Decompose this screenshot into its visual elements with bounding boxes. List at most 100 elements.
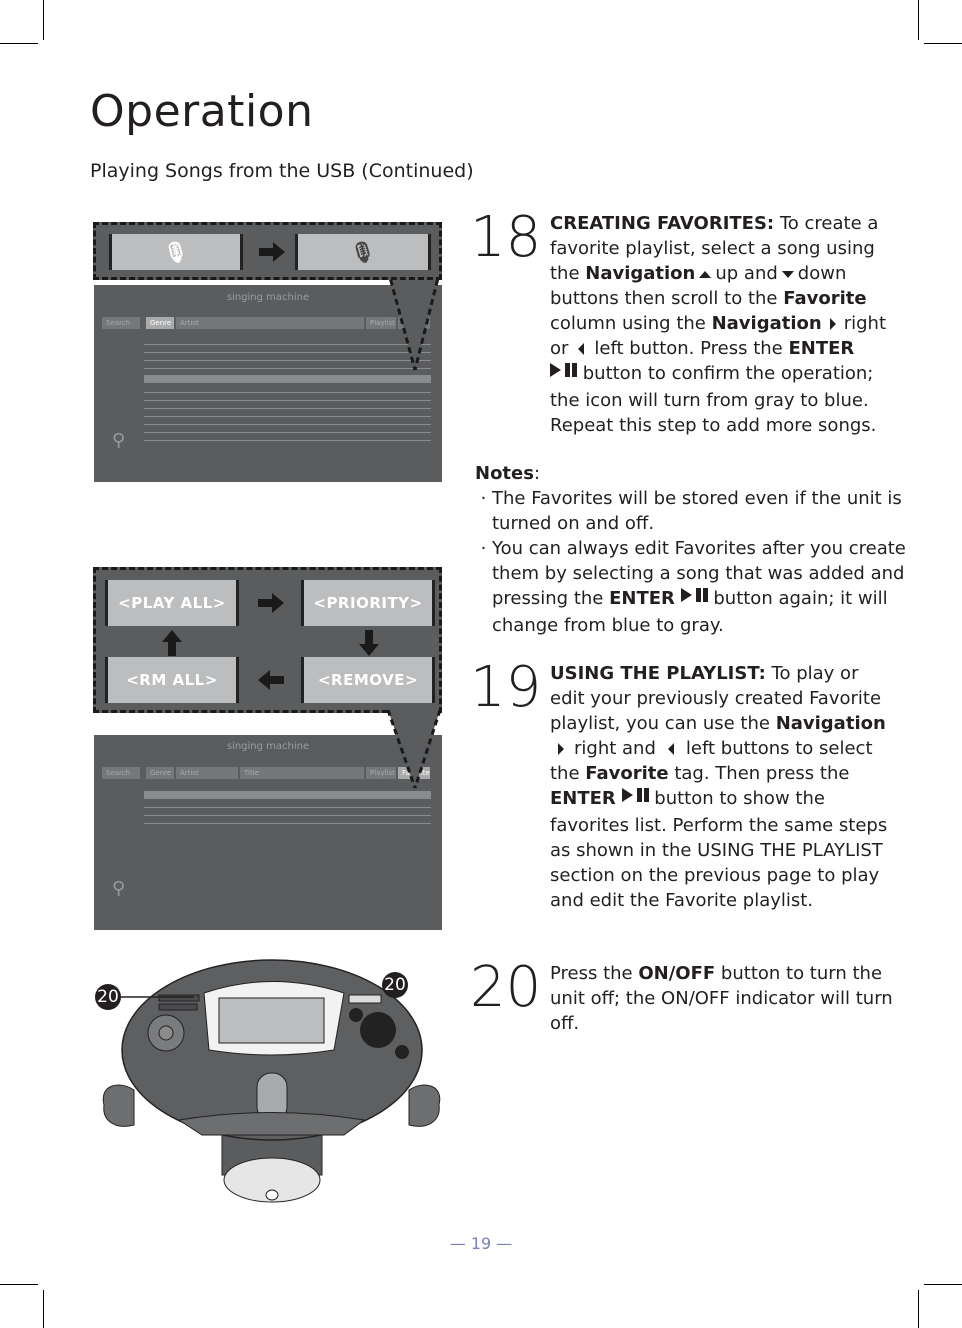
crop-mark: [0, 43, 38, 44]
table-row: [144, 385, 431, 393]
text: ENTER: [609, 588, 675, 609]
text: Favorite: [585, 763, 669, 784]
table-row: [144, 409, 431, 417]
left-arrow-icon: [578, 343, 585, 355]
right-arrow-icon: [829, 318, 836, 330]
arrow-right-icon: [259, 242, 285, 262]
step-number: 19: [470, 655, 542, 720]
text: Repeat this step to add more songs.: [550, 415, 877, 436]
text: and edit the Favorite playlist.: [550, 890, 814, 911]
callout-badge-right: 20: [382, 972, 408, 998]
microphone-icon: ⚲: [112, 878, 126, 899]
notes-section: Notes: · The Favorites will be stored eve…: [475, 461, 906, 638]
manual-page: Operation Playing Songs from the USB (Co…: [0, 0, 962, 1328]
text: or: [550, 338, 569, 359]
text: edit your previously created Favorite: [550, 688, 882, 709]
text: Press the: [550, 963, 639, 984]
text: :: [533, 463, 541, 484]
remove-button: <REMOVE>: [301, 657, 435, 703]
crop-mark: [924, 1284, 962, 1285]
right-arrow-icon: [558, 743, 564, 755]
favorite-icon-callout: 🎙 🎙: [93, 222, 442, 280]
text: change from blue to gray.: [492, 615, 724, 636]
text: as shown in the USING THE PLAYLIST: [550, 840, 883, 861]
arrow-left-icon: [258, 670, 284, 690]
text: button again; it will: [713, 588, 888, 609]
text: button to turn the: [715, 963, 883, 984]
notes-heading: Notes: [475, 463, 534, 484]
gray-favorite-icon: 🎙: [109, 234, 243, 270]
priority-button: <PRIORITY>: [301, 580, 435, 626]
text: button to show the: [654, 788, 825, 809]
crop-mark: [924, 43, 962, 44]
text: Navigation: [711, 313, 822, 334]
text: them by selecting a song that was added …: [492, 563, 905, 584]
text: tag. Then press the: [668, 763, 850, 784]
text: left buttons to select: [685, 738, 873, 759]
table-row: [144, 808, 431, 816]
text: The Favorites will be stored even if the…: [492, 488, 902, 509]
text: turned on and off.: [492, 513, 655, 534]
header-artist: Artist: [176, 767, 238, 779]
table-row: [144, 433, 431, 441]
text: up and: [715, 263, 778, 284]
text: Navigation: [585, 263, 696, 284]
text: right and: [574, 738, 656, 759]
step-heading: CREATING FAVORITES:: [550, 213, 775, 234]
step-heading: USING THE PLAYLIST:: [550, 663, 766, 684]
arrow-right-icon: [258, 593, 284, 613]
crop-mark: [0, 1284, 38, 1285]
text: right: [843, 313, 886, 334]
play-pause-icon: [621, 788, 649, 813]
bullet: ·: [480, 488, 487, 509]
bullet: ·: [480, 538, 487, 559]
play-pause-icon: [550, 363, 577, 388]
play-all-button: <PLAY ALL>: [105, 580, 239, 626]
playlist-menu-callout: <PLAY ALL> <PRIORITY> <RM ALL> <REMOVE>: [93, 567, 442, 713]
header-genre: Genre: [146, 767, 174, 779]
crop-mark: [918, 0, 919, 40]
table-row: [144, 393, 431, 401]
crop-mark: [43, 1290, 44, 1328]
text: down: [797, 263, 847, 284]
section-subtitle: Playing Songs from the USB (Continued): [90, 160, 474, 182]
crop-mark: [43, 0, 44, 40]
text: column using the: [550, 313, 712, 334]
text: pressing the: [492, 588, 610, 609]
crop-mark: [918, 1290, 919, 1328]
text: buttons then scroll to the: [550, 288, 784, 309]
callout-pointer: [386, 710, 442, 789]
table-row: [144, 425, 431, 433]
text: You can always edit Favorites after you …: [492, 538, 906, 559]
text: section on the previous page to play: [550, 865, 880, 886]
text: playlist, you can use the: [550, 713, 776, 734]
text: unit off; the ON/OFF indicator will turn: [550, 988, 893, 1009]
text: button to confirm the operation;: [582, 363, 874, 384]
callout-badge-left: 20: [95, 984, 121, 1010]
step-19-text: USING THE PLAYLIST: To play or edit your…: [550, 661, 887, 913]
down-arrow-icon: [781, 270, 794, 278]
arrow-down-icon: [359, 630, 379, 656]
text: Navigation: [775, 713, 886, 734]
header-artist: Artist: [176, 317, 364, 329]
blue-favorite-icon: 🎙: [295, 234, 431, 270]
arrow-up-icon: [162, 630, 182, 656]
text: To create a: [774, 213, 879, 234]
header-search: Search: [102, 767, 140, 779]
text: the: [550, 263, 586, 284]
text: off.: [550, 1013, 580, 1034]
microphone-icon: ⚲: [112, 430, 126, 451]
step-18-text: CREATING FAVORITES: To create a favorite…: [550, 211, 886, 438]
step-number: 18: [470, 205, 542, 270]
text: the: [550, 763, 586, 784]
text: ENTER: [550, 788, 616, 809]
text: ENTER: [788, 338, 855, 359]
header-search: Search: [102, 317, 140, 329]
text: ON/OFF: [638, 963, 716, 984]
text: favorites list. Perform the same steps: [550, 815, 888, 836]
table-row: [144, 401, 431, 409]
play-pause-icon: [680, 588, 708, 613]
table-row: [144, 816, 431, 824]
text: To play or: [765, 663, 859, 684]
page-title: Operation: [90, 86, 314, 137]
